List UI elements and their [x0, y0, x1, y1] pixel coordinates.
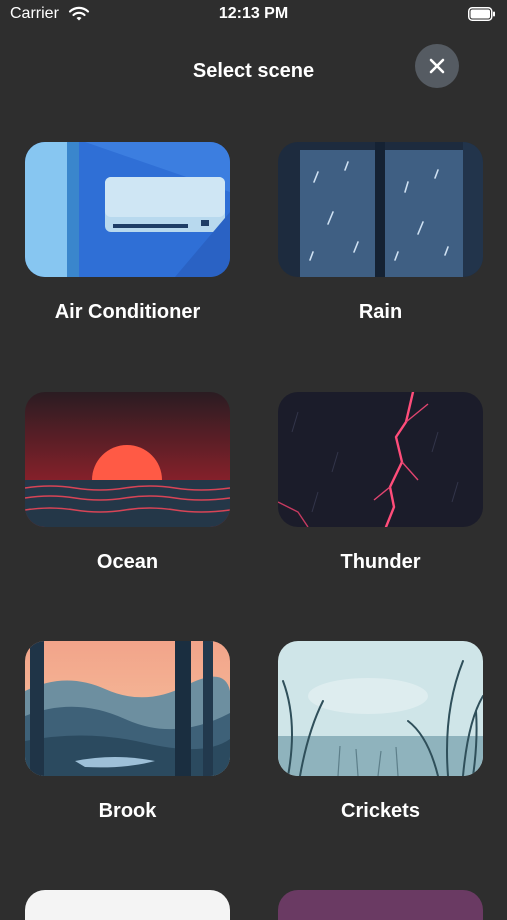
scene-label: Crickets: [341, 800, 420, 822]
scene-label: Thunder: [340, 551, 421, 573]
grass-field-image: [278, 641, 483, 776]
scene-card-partial[interactable]: [278, 890, 483, 920]
close-icon: [429, 58, 445, 74]
status-time: 12:13 PM: [218, 5, 289, 22]
ocean-sunset-image: [25, 392, 230, 527]
scene-card-partial[interactable]: [25, 890, 230, 920]
scene-card-brook[interactable]: Brook: [25, 641, 230, 823]
scene-card-ocean[interactable]: Ocean: [25, 392, 230, 574]
air-conditioner-image: [25, 142, 230, 277]
close-button[interactable]: [415, 44, 459, 88]
scene-card-rain[interactable]: Rain: [278, 142, 483, 324]
scene-label: Air Conditioner: [54, 301, 201, 323]
battery-icon: [468, 7, 495, 21]
lightning-storm-image: [278, 392, 483, 527]
forest-brook-image: [25, 641, 230, 776]
status-bar: Carrier 12:13 PM: [0, 0, 507, 30]
scene-label: Ocean: [96, 551, 159, 573]
scene-card-thunder[interactable]: Thunder: [278, 392, 483, 574]
scene-card-air-conditioner[interactable]: Air Conditioner: [25, 142, 230, 324]
scene-label: Rain: [358, 301, 403, 323]
scene-label: Brook: [98, 800, 157, 822]
scene-card-crickets[interactable]: Crickets: [278, 641, 483, 823]
rain-window-image: [278, 142, 483, 277]
